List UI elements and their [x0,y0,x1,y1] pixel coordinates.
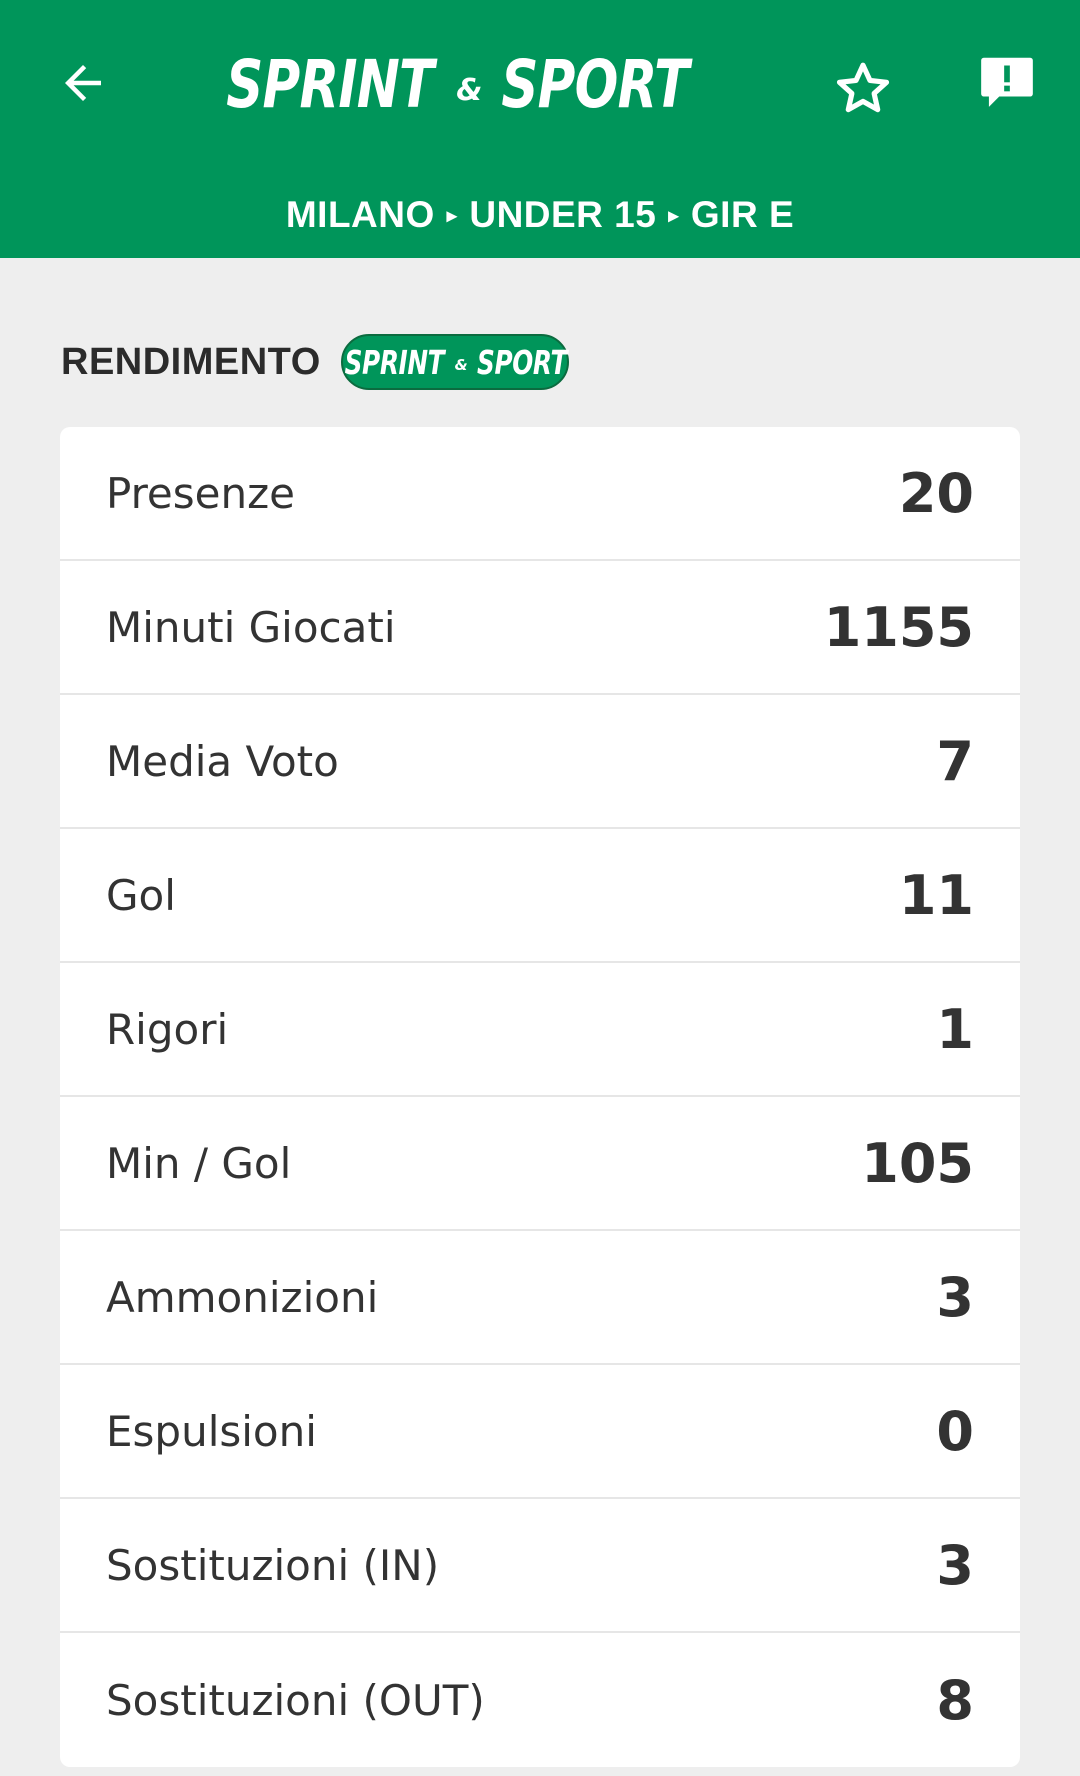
arrow-left-icon [65,65,101,101]
breadcrumb-separator-icon: ▸ [446,205,458,227]
back-button[interactable] [44,44,122,122]
breadcrumb-separator-icon: ▸ [668,205,679,227]
stat-label: Minuti Giocati [106,602,396,652]
stat-label: Sostituzioni (OUT) [106,1675,485,1725]
stat-label: Ammonizioni [106,1272,379,1322]
stat-value: 1155 [823,595,974,659]
breadcrumb-city[interactable]: MILANO [286,194,435,235]
breadcrumb: MILANO ▸ UNDER 15 ▸ GIR E [0,188,1080,248]
stat-label: Espulsioni [106,1406,317,1456]
stat-value: 3 [936,1533,974,1597]
stats-card: Presenze 20 Minuti Giocati 1155 Media Vo… [60,427,1020,1767]
stat-value: 8 [936,1668,974,1732]
section-header: RENDIMENTO SPRINT & SPORT [61,332,569,392]
sprint-sport-logo: SPRINT & SPORT [224,42,690,126]
stat-label: Gol [106,870,176,920]
stat-row-presenze: Presenze 20 [60,427,1020,561]
stat-value: 20 [898,461,974,525]
breadcrumb-category[interactable]: UNDER 15 [469,194,656,235]
stat-row-rigori: Rigori 1 [60,963,1020,1097]
star-outline-icon [836,62,890,113]
stat-row-gol: Gol 11 [60,829,1020,963]
stat-row-sostituzioni-in: Sostituzioni (IN) 3 [60,1499,1020,1633]
stat-value: 105 [861,1131,974,1195]
stat-value: 1 [936,997,974,1061]
badge-word-sprint: SPRINT [344,342,445,382]
logo-word-sport: SPORT [501,45,690,123]
stat-value: 7 [936,729,974,793]
stat-label: Sostituzioni (IN) [106,1540,440,1590]
logo-ampersand: & [456,72,482,108]
stat-row-sostituzioni-out: Sostituzioni (OUT) 8 [60,1633,1020,1767]
breadcrumb-group[interactable]: GIR E [691,194,794,235]
logo-word-sprint: SPRINT [225,45,434,123]
stat-label: Media Voto [106,736,339,786]
stat-row-min-gol: Min / Gol 105 [60,1097,1020,1231]
stat-row-espulsioni: Espulsioni 0 [60,1365,1020,1499]
badge-ampersand: & [454,356,468,374]
stat-label: Min / Gol [106,1138,292,1188]
stat-label: Rigori [106,1004,229,1054]
stat-row-minuti-giocati: Minuti Giocati 1155 [60,561,1020,695]
stat-value: 0 [936,1399,974,1463]
app-header: SPRINT & SPORT MILANO ▸ UNDER 15 ▸ GIR E [0,0,1080,258]
sprint-sport-badge: SPRINT & SPORT [340,334,569,390]
stat-row-ammonizioni: Ammonizioni 3 [60,1231,1020,1365]
stat-value: 3 [936,1265,974,1329]
report-bubble-icon [981,57,1033,107]
report-button[interactable] [968,42,1046,120]
favorite-button[interactable] [824,50,902,128]
badge-word-sport: SPORT [476,342,567,382]
section-title: RENDIMENTO [61,340,321,383]
stat-row-media-voto: Media Voto 7 [60,695,1020,829]
stat-value: 11 [898,863,974,927]
stat-label: Presenze [106,468,295,518]
